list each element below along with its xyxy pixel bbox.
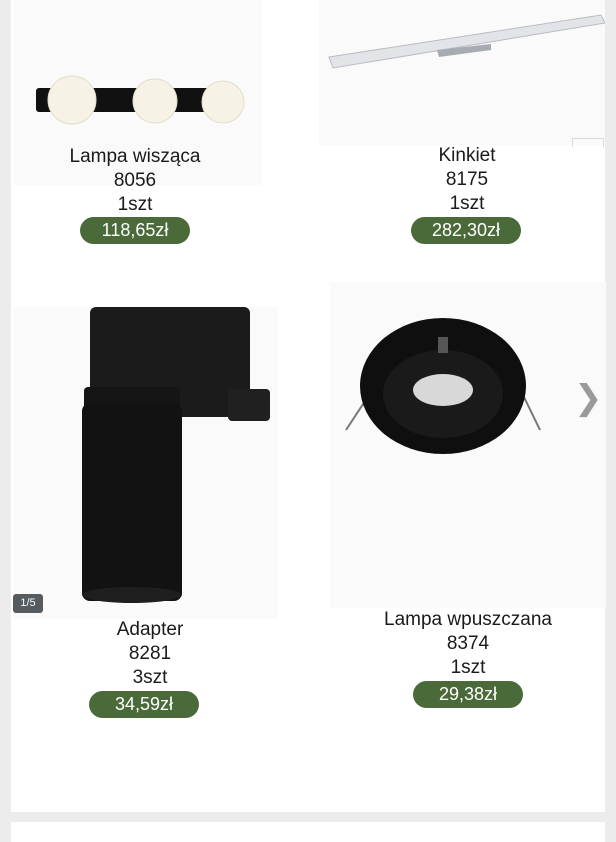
recessed-downlight-image [345,318,541,454]
product-quantity: 1szt [449,193,485,214]
product-name: Adapter [116,619,184,640]
product-code: 8374 [446,633,490,654]
product-card-3[interactable]: Adapter 8281 3szt 34,59zł [30,618,270,723]
product-quantity: 1szt [117,194,153,215]
product-card-1[interactable]: Lampa wisząca 8056 1szt 118,65zł [14,145,256,250]
product-image-recessed-lamp[interactable] [330,282,606,608]
next-card-panel [11,822,605,842]
product-name: Lampa wpuszczana [384,609,552,630]
product-code: 8281 [128,643,172,664]
product-quantity: 3szt [132,667,168,688]
product-quantity: 1szt [450,657,486,678]
gallery-counter: 1/5 [13,594,43,613]
track-adapter-image [82,307,270,603]
price-badge: 29,38zł [413,681,523,708]
price-badge: 118,65zł [80,217,190,244]
product-card-2[interactable]: Kinkiet 8175 1szt 282,30zł [345,144,589,249]
product-card-4[interactable]: Lampa wpuszczana 8374 1szt 29,38zł [346,608,590,713]
product-name: Kinkiet [438,145,496,166]
product-image-wall-light[interactable] [319,0,605,145]
product-code: 8175 [445,169,489,190]
product-image-adapter[interactable] [14,307,278,619]
price-badge: 282,30zł [411,217,521,244]
wall-light-bar-image [328,14,605,69]
chevron-right-icon[interactable]: ❯ [574,378,603,418]
product-code: 8056 [113,170,157,191]
price-badge: 34,59zł [89,691,199,718]
product-name: Lampa wisząca [69,146,201,167]
